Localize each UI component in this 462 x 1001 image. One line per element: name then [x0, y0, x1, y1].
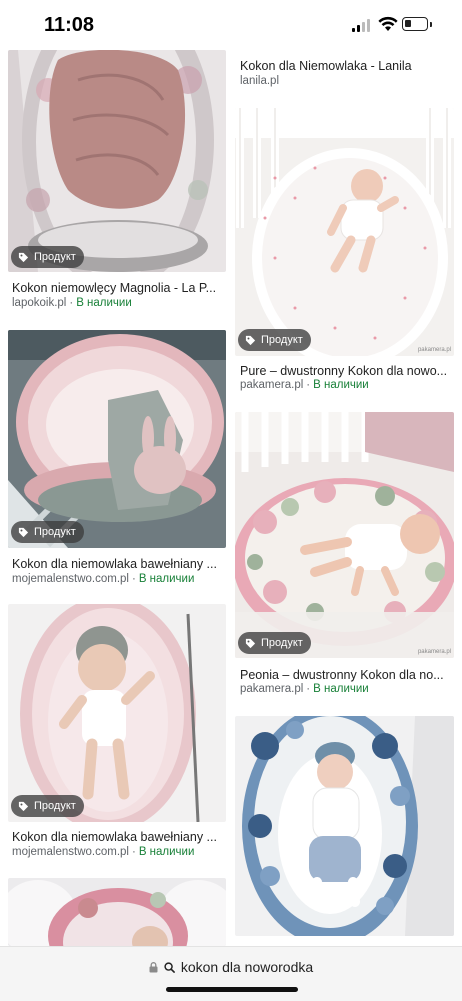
source-domain: lapokoik.pl [12, 297, 67, 309]
product-badge: Продукт [11, 521, 84, 543]
source-domain: lanila.pl [240, 75, 279, 87]
result-source: lanila.pl [240, 75, 279, 87]
product-image[interactable]: Продукт pakamera.pl [235, 108, 454, 356]
product-image[interactable] [235, 716, 454, 936]
result-title[interactable]: Peonia – dwustronny Kokon dla no... [240, 668, 452, 682]
badge-label: Продукт [34, 526, 76, 538]
stock-status: В наличии [76, 297, 132, 309]
stock-status: В наличии [138, 573, 195, 585]
source-domain: mojemalenstwo.com.pl [12, 846, 129, 858]
result-card-pure[interactable]: Продукт pakamera.pl Pure – dwustronny Ko… [235, 108, 454, 398]
result-title[interactable]: Pure – dwustronny Kokon dla nowo... [240, 364, 452, 378]
result-title[interactable]: Kokon dla niemowlaka bawełniany ... [12, 557, 224, 571]
source-domain: mojemalenstwo.com.pl [12, 573, 129, 585]
product-image[interactable]: Продукт [8, 50, 226, 272]
tag-icon [245, 638, 256, 648]
product-badge: Продукт [238, 632, 311, 654]
tag-icon [18, 252, 29, 262]
result-source: pakamera.pl · В наличии [240, 683, 369, 695]
tag-icon [245, 335, 256, 345]
address-bar[interactable]: kokon dla noworodka [0, 957, 462, 977]
product-badge: Продукт [238, 329, 311, 351]
product-image[interactable] [8, 878, 226, 946]
badge-label: Продукт [261, 637, 303, 649]
result-source: mojemalenstwo.com.pl · В наличии [12, 573, 195, 585]
badge-label: Продукт [34, 251, 76, 263]
image-watermark: pakamera.pl [417, 649, 451, 655]
result-source: mojemalenstwo.com.pl · В наличии [12, 846, 195, 858]
result-title[interactable]: Kokon dla niemowlaka bawełniany ... [12, 830, 224, 844]
browser-bottom-bar: kokon dla noworodka [0, 946, 462, 1001]
status-bar: 11:08 [0, 0, 462, 50]
product-image[interactable]: Продукт [8, 330, 226, 548]
image-watermark: pakamera.pl [417, 347, 451, 353]
product-badge: Продукт [11, 246, 84, 268]
result-card-peonia[interactable]: Продукт pakamera.pl Peonia – dwustronny … [235, 412, 454, 702]
badge-label: Продукт [261, 334, 303, 346]
stock-status: В наличии [313, 379, 369, 391]
tag-icon [18, 527, 29, 537]
tag-icon [18, 801, 29, 811]
lock-icon [149, 961, 158, 972]
result-card-bunny[interactable]: Продукт Kokon dla niemowlaka bawełniany … [8, 330, 226, 590]
address-query: kokon dla noworodka [180, 959, 314, 975]
stock-status: В наличии [313, 683, 369, 695]
result-card-lanila[interactable]: Kokon dla Niemowlaka - Lanila lanila.pl [236, 50, 454, 95]
product-image[interactable]: Продукт pakamera.pl [235, 412, 454, 658]
battery-icon [402, 17, 428, 31]
stock-status: В наличии [138, 846, 195, 858]
result-card-baby-pink[interactable]: Продукт Kokon dla niemowlaka bawełniany … [8, 604, 226, 864]
source-domain: pakamera.pl [240, 683, 304, 695]
result-title[interactable]: Kokon niemowlęcy Magnolia - La P... [12, 281, 224, 295]
result-card-magnolia[interactable]: Продукт Kokon niemowlęcy Magnolia - La P… [8, 50, 226, 320]
result-card-partial[interactable] [8, 878, 226, 946]
result-card-blue-floral[interactable] [235, 716, 454, 936]
product-image[interactable]: Продукт [8, 604, 226, 822]
result-title[interactable]: Kokon dla Niemowlaka - Lanila [240, 59, 452, 73]
source-domain: pakamera.pl [240, 379, 304, 391]
result-source: lapokoik.pl · В наличии [12, 297, 132, 309]
badge-label: Продукт [34, 800, 76, 812]
cellular-signal-icon [352, 18, 372, 32]
product-badge: Продукт [11, 795, 84, 817]
result-source: pakamera.pl · В наличии [240, 379, 369, 391]
home-indicator [166, 987, 298, 992]
wifi-icon [378, 16, 398, 31]
search-icon [164, 961, 175, 973]
status-time: 11:08 [44, 14, 95, 36]
